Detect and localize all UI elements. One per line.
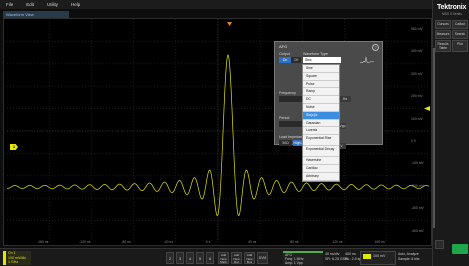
menu-help[interactable]: Help	[65, 0, 87, 9]
trigger-source-tag	[363, 254, 371, 259]
channel-2-button[interactable]: 2	[166, 252, 174, 264]
channel-6-button[interactable]: 6	[206, 252, 214, 264]
right-config-panel: Tektronix MSO 5 Series Cursors Callout M…	[432, 0, 469, 266]
waveform-option[interactable]: DC	[303, 96, 339, 104]
add-ref-button[interactable]: Add New Ref	[231, 252, 242, 264]
output-label: Output	[279, 52, 290, 56]
run-stop-button[interactable]	[452, 244, 468, 254]
output-off-toggle[interactable]: Off	[291, 57, 301, 63]
waveform-type-label: Waveform Type	[303, 52, 328, 56]
measure-button[interactable]: Measure	[435, 30, 451, 39]
h-tick-label: -120 ns	[79, 240, 91, 244]
waveform-type-dropdown: Sine Square Pulse Ramp DC Noise Sin(x)/x Gaussi…	[302, 64, 340, 182]
v-tick-label: -400 mV	[411, 228, 424, 233]
waveform-option[interactable]: Exponential Decay	[303, 146, 339, 158]
add-bus-button[interactable]: Add New Bus	[244, 252, 255, 264]
cursors-button[interactable]: Cursors	[435, 20, 451, 29]
waveform-option[interactable]: Arbitrary	[303, 173, 339, 181]
afg-status-badge[interactable]: AFG Freq: 1 MHz Amp: 1 Vpp	[283, 251, 323, 265]
frequency-unit: Hz	[339, 96, 351, 102]
help-icon[interactable]: ?	[372, 44, 379, 51]
v-tick-label: -100 mV	[411, 161, 424, 166]
menu-edit[interactable]: Edit	[20, 0, 41, 9]
waveform-option[interactable]: Gaussian	[303, 120, 339, 128]
status-bar: Ch 1 100 mV/div 1 GHz 2 3 4 5 6 Add New …	[0, 248, 432, 266]
v-tick-label: 0 V	[411, 139, 417, 143]
channel-4-button[interactable]: 4	[186, 252, 194, 264]
h-tick-label: -160 ns	[37, 240, 49, 244]
frequency-label: Frequency	[279, 91, 296, 95]
acquisition-mode: Auto, Analyze	[398, 252, 419, 256]
h-tick-label: -80 ns	[121, 240, 131, 244]
amplitude-unit: Vpp	[339, 123, 346, 129]
menu-bar: File Edit Utility Help	[0, 0, 432, 9]
v-tick-label: 500 mV	[411, 27, 423, 31]
trigger-badge[interactable]: 100 mV	[360, 251, 396, 265]
h-tick-label: 160 ns	[374, 240, 385, 244]
waveform-option[interactable]: Pulse	[303, 81, 339, 89]
ch1-bandwidth: 1 GHz	[8, 260, 19, 264]
channel-3-button[interactable]: 3	[176, 252, 184, 264]
add-math-button[interactable]: Add New Math	[218, 252, 229, 264]
output-on-toggle[interactable]: On	[279, 57, 291, 63]
waveform-option[interactable]: Lorentz	[303, 127, 339, 136]
callout-button[interactable]: Callout	[452, 20, 468, 29]
v-tick-label: 100 mV	[411, 116, 423, 121]
waveform-option[interactable]: Sine	[303, 65, 339, 73]
period-label: Period	[279, 116, 290, 120]
search-button[interactable]: Search	[452, 30, 468, 39]
waveform-option[interactable]: Noise	[303, 104, 339, 112]
afg-dialog-title: AFG	[279, 44, 288, 49]
v-tick-label: -200 mV	[411, 183, 424, 188]
menu-utility[interactable]: Utility	[41, 0, 65, 9]
waveform-option[interactable]: Haversine	[303, 157, 339, 165]
trigger-level-value: 100 mV	[373, 254, 386, 258]
menu-file[interactable]: File	[0, 0, 20, 9]
h-tick-label: 80 ns	[290, 240, 299, 244]
wrench-icon[interactable]	[435, 240, 444, 249]
waveform-option[interactable]: Cardiac	[303, 165, 339, 173]
waveform-option[interactable]: Ramp	[303, 88, 339, 97]
plot-button[interactable]: Plot	[452, 40, 468, 52]
afg-amplitude: Amp: 1 Vpp	[285, 261, 303, 266]
waveform-option[interactable]: Exponential Rise	[303, 135, 339, 147]
tektronix-logo: Tektronix	[437, 4, 467, 11]
h-tick-label: -40 ns	[163, 240, 174, 244]
h-tick-label: 0 s	[205, 240, 211, 244]
h-tick-label: 120 ns	[332, 240, 343, 244]
sinc-waveform-icon	[360, 56, 374, 63]
h-tick-label: 40 ns	[248, 240, 257, 244]
panel-resize-handle[interactable]	[433, 48, 435, 228]
ch1-badge[interactable]: Ch 1 100 mV/div 1 GHz	[3, 251, 31, 265]
results-table-button[interactable]: Results Table	[435, 40, 451, 52]
dvm-button[interactable]: DVM	[257, 252, 268, 264]
model-label: MSO 5 Series	[442, 12, 462, 16]
v-tick-label: 200 mV	[411, 94, 423, 99]
waveform-view-tab[interactable]: Waveform View	[3, 11, 69, 18]
waveform-type-select[interactable]: Sinc	[303, 57, 341, 63]
v-tick-label: 300 mV	[411, 71, 423, 76]
acquisition-resolution: Sample: 8 bits	[398, 256, 420, 261]
waveform-option[interactable]: Square	[303, 73, 339, 81]
waveform-option[interactable]: Sin(x)/x	[303, 111, 339, 120]
v-tick-label: -300 mV	[411, 206, 424, 211]
acquisition-badge[interactable]: Auto, Analyze Sample: 8 bits	[398, 252, 420, 261]
v-tick-label: 400 mV	[411, 49, 423, 54]
channel-5-button[interactable]: 5	[196, 252, 204, 264]
load-50-ohm-toggle[interactable]: 50Ω	[279, 140, 292, 146]
